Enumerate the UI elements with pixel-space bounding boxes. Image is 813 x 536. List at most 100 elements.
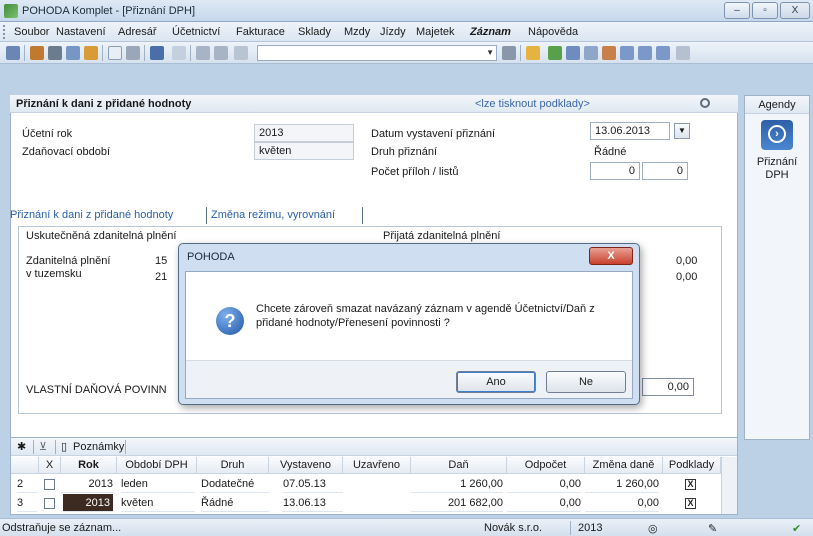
toolbar-combo[interactable]: ▼ <box>257 45 497 61</box>
listy-field[interactable]: 0 <box>642 162 688 180</box>
no-button[interactable]: Ne <box>546 371 626 393</box>
window-title: POHODA Komplet - [Přiznání DPH] <box>22 5 195 17</box>
grid-icon[interactable] <box>566 46 580 60</box>
tab-priznani[interactable]: Přiznání k dani z přidané hodnoty <box>10 209 173 221</box>
zmena-dane-cell[interactable]: 1 260,00 <box>585 475 659 493</box>
copy-icon[interactable] <box>234 46 248 60</box>
row-checkbox[interactable] <box>44 498 55 509</box>
menu-soubor[interactable]: Soubor <box>14 26 49 38</box>
yes-button[interactable]: Ano <box>456 371 536 393</box>
tab-zmena-rezimu[interactable]: Změna režimu, vyrovnání <box>211 209 335 221</box>
row-number-header <box>11 457 39 474</box>
print-note: <lze tisknout podklady> <box>475 98 590 110</box>
menu-sklady[interactable]: Sklady <box>298 26 331 38</box>
priznani-dph-icon[interactable]: › <box>761 120 793 150</box>
vystaveno-cell[interactable]: 13.06.13 <box>283 494 343 512</box>
datum-dropdown-button[interactable]: ▼ <box>674 123 690 139</box>
notes-label[interactable]: Poznámky <box>73 441 124 453</box>
menu-fakturace[interactable]: Fakturace <box>236 26 285 38</box>
rok-cell-selected[interactable]: 2013 <box>63 494 113 512</box>
tools-icon[interactable] <box>30 46 44 60</box>
print-icon[interactable] <box>48 46 62 60</box>
column-header-vystaveno[interactable]: Vystaveno <box>269 457 343 474</box>
prilohy-field[interactable]: 0 <box>590 162 640 180</box>
odpocet-cell[interactable]: 0,00 <box>507 475 581 493</box>
star-icon[interactable]: ✱ <box>17 440 26 453</box>
panel-header: Přiznání k dani z přidané hodnoty <lze t… <box>10 95 738 113</box>
toolbar-separator <box>144 45 145 61</box>
column-header-uzavreno[interactable]: Uzavřeno <box>343 457 411 474</box>
column-header-zmena-dane[interactable]: Změna daně <box>585 457 663 474</box>
window-alt-icon[interactable] <box>638 46 652 60</box>
obdobi-cell[interactable]: leden <box>121 475 195 493</box>
help-icon[interactable] <box>676 46 690 60</box>
new-record-icon[interactable] <box>108 46 122 60</box>
notes-icon[interactable]: ▯ <box>61 440 67 453</box>
column-header-x[interactable]: X <box>39 457 61 474</box>
dan-cell[interactable]: 1 260,00 <box>411 475 503 493</box>
druh-cell[interactable]: Řádné <box>201 494 269 512</box>
column-header-obdobi[interactable]: Období DPH <box>117 457 197 474</box>
menu-zaznam[interactable]: Záznam <box>470 26 511 38</box>
row-checkbox[interactable] <box>44 479 55 490</box>
menu-majetek[interactable]: Majetek <box>416 26 455 38</box>
menu-jizdy[interactable]: Jízdy <box>380 26 406 38</box>
column-header-podklady[interactable]: Podklady <box>663 457 721 474</box>
dialog-body: ? Chcete zároveň smazat navázaný záznam … <box>185 271 633 399</box>
filter-icon[interactable] <box>502 46 516 60</box>
column-header-druh[interactable]: Druh <box>197 457 269 474</box>
toolbar-separator <box>190 45 191 61</box>
column-header-dan[interactable]: Daň <box>411 457 507 474</box>
zdanitelna-value-2: 21 <box>155 271 168 283</box>
maximize-button[interactable]: ▫ <box>752 2 778 19</box>
navigate-icon[interactable] <box>150 46 164 60</box>
prijata-heading: Přijatá zdanitelná plnění <box>383 230 501 242</box>
dan-cell[interactable]: 201 682,00 <box>411 494 503 512</box>
rok-cell[interactable]: 2013 <box>61 475 113 493</box>
close-window-button[interactable]: X <box>780 2 810 19</box>
podklady-checkbox[interactable]: X <box>685 479 696 490</box>
minimize-button[interactable]: – <box>724 2 750 19</box>
podklady-checkbox[interactable]: X <box>685 498 696 509</box>
save-icon[interactable] <box>196 46 210 60</box>
window-list-icon[interactable] <box>656 46 670 60</box>
prijata-value-1: 0,00 <box>676 255 698 267</box>
window-icon[interactable] <box>620 46 634 60</box>
vystaveno-cell[interactable]: 07.05.13 <box>283 475 343 493</box>
column-header-rok[interactable]: Rok <box>61 457 117 474</box>
grid-scrollbar[interactable] <box>721 457 737 514</box>
preview-icon[interactable] <box>66 46 80 60</box>
zdanitelna-value-1: 15 <box>155 255 168 267</box>
odpocet-cell[interactable]: 0,00 <box>507 494 581 512</box>
folder-icon[interactable] <box>84 46 98 60</box>
edit-icon[interactable]: ✎ <box>708 522 717 535</box>
agendy-item-label[interactable]: Přiznání DPH <box>747 156 807 182</box>
menu-nastaveni[interactable]: Nastavení <box>56 26 106 38</box>
zdanitelna-label: Zdanitelná plnění <box>26 255 111 267</box>
column-header-odpocet[interactable]: Odpočet <box>507 457 585 474</box>
tuzemsku-label: v tuzemsku <box>26 268 82 280</box>
nav-dropdown-icon[interactable] <box>172 46 186 60</box>
status-settings-icon[interactable]: ◎ <box>648 522 658 535</box>
obdobi-cell[interactable]: květen <box>121 494 195 512</box>
menu-ucetnictvi[interactable]: Účetnictví <box>172 26 220 38</box>
save-as-icon[interactable] <box>214 46 228 60</box>
settings-icon[interactable] <box>700 98 710 108</box>
users-icon[interactable] <box>602 46 616 60</box>
status-year: 2013 <box>578 522 603 534</box>
zmena-dane-cell[interactable]: 0,00 <box>585 494 659 512</box>
table-icon[interactable] <box>584 46 598 60</box>
druh-cell[interactable]: Dodatečné <box>201 475 269 493</box>
globe-icon[interactable] <box>548 46 562 60</box>
menu-mzdy[interactable]: Mzdy <box>344 26 370 38</box>
toolbar-agenda-icon[interactable] <box>6 46 20 60</box>
ok-check-icon[interactable]: ✔ <box>792 522 801 535</box>
folder-open-icon[interactable] <box>526 46 540 60</box>
menu-adresar[interactable]: Adresář <box>118 26 157 38</box>
status-message: Odstraňuje se záznam... <box>2 522 122 534</box>
menu-napoveda[interactable]: Nápověda <box>528 26 578 38</box>
edit-icon[interactable] <box>126 46 140 60</box>
filter-off-icon[interactable]: ⊻ <box>39 440 47 453</box>
datum-field[interactable]: 13.06.2013 <box>590 122 670 140</box>
dialog-close-button[interactable]: X <box>589 247 633 265</box>
